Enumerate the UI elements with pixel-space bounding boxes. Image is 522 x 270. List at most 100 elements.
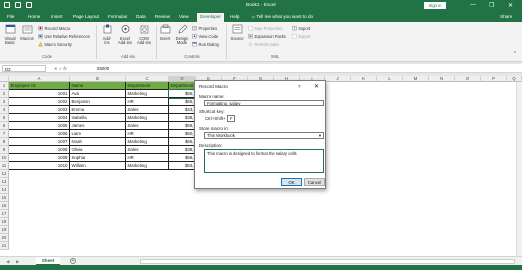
description-field[interactable]: This macro is designed to format the sal… — [204, 149, 324, 173]
properties-button[interactable]: Properties — [192, 26, 217, 31]
row-header[interactable]: 21 — [0, 242, 9, 250]
macros-button[interactable]: Macros — [19, 24, 35, 41]
record-macro-button[interactable]: Record Macro — [38, 26, 70, 31]
store-macro-select[interactable]: This Workbook ▼ — [204, 132, 324, 139]
tab-developer[interactable]: Developer — [197, 12, 224, 22]
table-cell[interactable]: 1010 — [9, 162, 70, 170]
row-header[interactable]: 6 — [0, 122, 9, 130]
undo-icon[interactable] — [15, 2, 21, 8]
table-cell[interactable]: 1008 — [9, 146, 70, 154]
export-button[interactable]: Export — [292, 34, 310, 39]
table-cell[interactable]: Olivia — [70, 146, 126, 154]
tab-data[interactable]: Data — [136, 14, 146, 19]
excel-add-ins-button[interactable]: Excel Add-ins — [116, 24, 134, 46]
row-header[interactable]: 19 — [0, 226, 9, 234]
row-header[interactable]: 14 — [0, 186, 9, 194]
table-cell[interactable]: Noah — [70, 138, 126, 146]
minimize-button[interactable]: — — [470, 2, 476, 8]
table-cell[interactable]: $43, — [169, 106, 196, 114]
horizontal-scrollbar[interactable] — [140, 259, 515, 264]
row-header[interactable]: 18 — [0, 218, 9, 226]
close-button[interactable]: ✕ — [508, 2, 513, 9]
table-cell[interactable]: Marketing — [126, 162, 169, 170]
row-header[interactable]: 16 — [0, 202, 9, 210]
row-header[interactable]: 8 — [0, 138, 9, 146]
view-code-button[interactable]: View Code — [192, 34, 218, 39]
next-sheet-icon[interactable]: ▶ — [16, 259, 20, 265]
tab-view[interactable]: View — [179, 14, 189, 19]
row-header[interactable]: 4 — [0, 106, 9, 114]
table-header-cell[interactable]: Name — [70, 82, 126, 90]
tab-formulas[interactable]: Formulas — [108, 14, 127, 19]
table-cell[interactable]: Sales — [126, 122, 169, 130]
restore-button[interactable]: ❐ — [489, 2, 494, 9]
import-button[interactable]: Import — [292, 26, 310, 31]
share-button[interactable]: Share — [500, 14, 512, 19]
row-header[interactable]: 13 — [0, 178, 9, 186]
cancel-icon[interactable]: ✕ — [54, 66, 58, 71]
macro-security-button[interactable]: Macro Security — [38, 42, 72, 47]
column-header[interactable]: P — [481, 76, 507, 82]
com-add-ins-button[interactable]: COM Add-ins — [135, 24, 153, 46]
table-cell[interactable]: HR — [126, 154, 169, 162]
table-cell[interactable]: Sophia — [70, 154, 126, 162]
enter-icon[interactable]: ✓ — [59, 66, 63, 71]
table-cell[interactable]: James — [70, 122, 126, 130]
table-cell[interactable]: Marketing — [126, 90, 169, 98]
sheet-tab[interactable]: Sheet — [36, 257, 60, 265]
table-cell[interactable]: $38, — [169, 114, 196, 122]
row-header[interactable]: 3 — [0, 98, 9, 106]
row-header[interactable]: 2 — [0, 90, 9, 98]
selected-cell[interactable]: $55, — [168, 89, 197, 99]
tell-me-search[interactable]: ☼ Tell me what you want to do — [251, 14, 313, 19]
tab-help[interactable]: Help — [230, 14, 239, 19]
row-header[interactable]: 17 — [0, 210, 9, 218]
table-cell[interactable]: 1001 — [9, 90, 70, 98]
refresh-data-button[interactable]: Refresh Data — [248, 42, 279, 47]
table-cell[interactable]: $53, — [169, 162, 196, 170]
table-header-cell[interactable]: Department — [126, 82, 169, 90]
table-cell[interactable]: $65, — [169, 138, 196, 146]
map-properties-button[interactable]: Map Properties — [248, 26, 282, 31]
table-cell[interactable]: 1007 — [9, 138, 70, 146]
table-cell[interactable]: $59, — [169, 122, 196, 130]
add-ins-button[interactable]: Add- ins — [100, 24, 114, 46]
formula-input[interactable]: 55000 — [97, 66, 109, 71]
tab-review[interactable]: Review — [155, 14, 170, 19]
row-header[interactable]: 7 — [0, 130, 9, 138]
add-sheet-icon[interactable]: + — [70, 258, 76, 264]
table-cell[interactable]: Sales — [126, 106, 169, 114]
table-cell[interactable]: 1009 — [9, 154, 70, 162]
table-cell[interactable]: $39, — [169, 146, 196, 154]
shortcut-key-field[interactable]: F — [227, 115, 235, 122]
tab-page-layout[interactable]: Page Layout — [73, 14, 99, 19]
table-cell[interactable]: Benjamin — [70, 98, 126, 106]
table-cell[interactable]: 1003 — [9, 106, 70, 114]
column-header[interactable]: K — [351, 76, 377, 82]
table-cell[interactable]: $60, — [169, 130, 196, 138]
table-cell[interactable]: Sales — [126, 146, 169, 154]
save-icon[interactable] — [4, 2, 10, 8]
design-mode-button[interactable]: Design Mode — [174, 24, 190, 46]
insert-control-button[interactable]: Insert — [158, 24, 172, 41]
table-cell[interactable]: $56, — [169, 154, 196, 162]
run-dialog-button[interactable]: Run Dialog — [192, 42, 219, 47]
table-cell[interactable]: Marketing — [126, 114, 169, 122]
vertical-scrollbar[interactable] — [516, 82, 522, 256]
row-header[interactable]: 11 — [0, 162, 9, 170]
table-cell[interactable]: Liam — [70, 130, 126, 138]
help-icon[interactable]: ? — [298, 84, 301, 89]
source-button[interactable]: Source — [229, 24, 245, 41]
table-header-cell[interactable]: Department — [169, 82, 196, 90]
table-cell[interactable]: 1002 — [9, 98, 70, 106]
macro-name-field[interactable]: Formatting_salary — [204, 99, 324, 106]
row-header[interactable]: 1 — [0, 82, 9, 90]
sign-in-button[interactable]: Sign in — [424, 2, 446, 9]
row-header[interactable]: 10 — [0, 154, 9, 162]
column-header[interactable]: O — [455, 76, 481, 82]
close-icon[interactable]: ✕ — [314, 83, 319, 90]
table-cell[interactable]: HR — [126, 130, 169, 138]
table-cell[interactable]: 1006 — [9, 130, 70, 138]
row-header[interactable]: 9 — [0, 146, 9, 154]
table-cell[interactable]: 1004 — [9, 114, 70, 122]
